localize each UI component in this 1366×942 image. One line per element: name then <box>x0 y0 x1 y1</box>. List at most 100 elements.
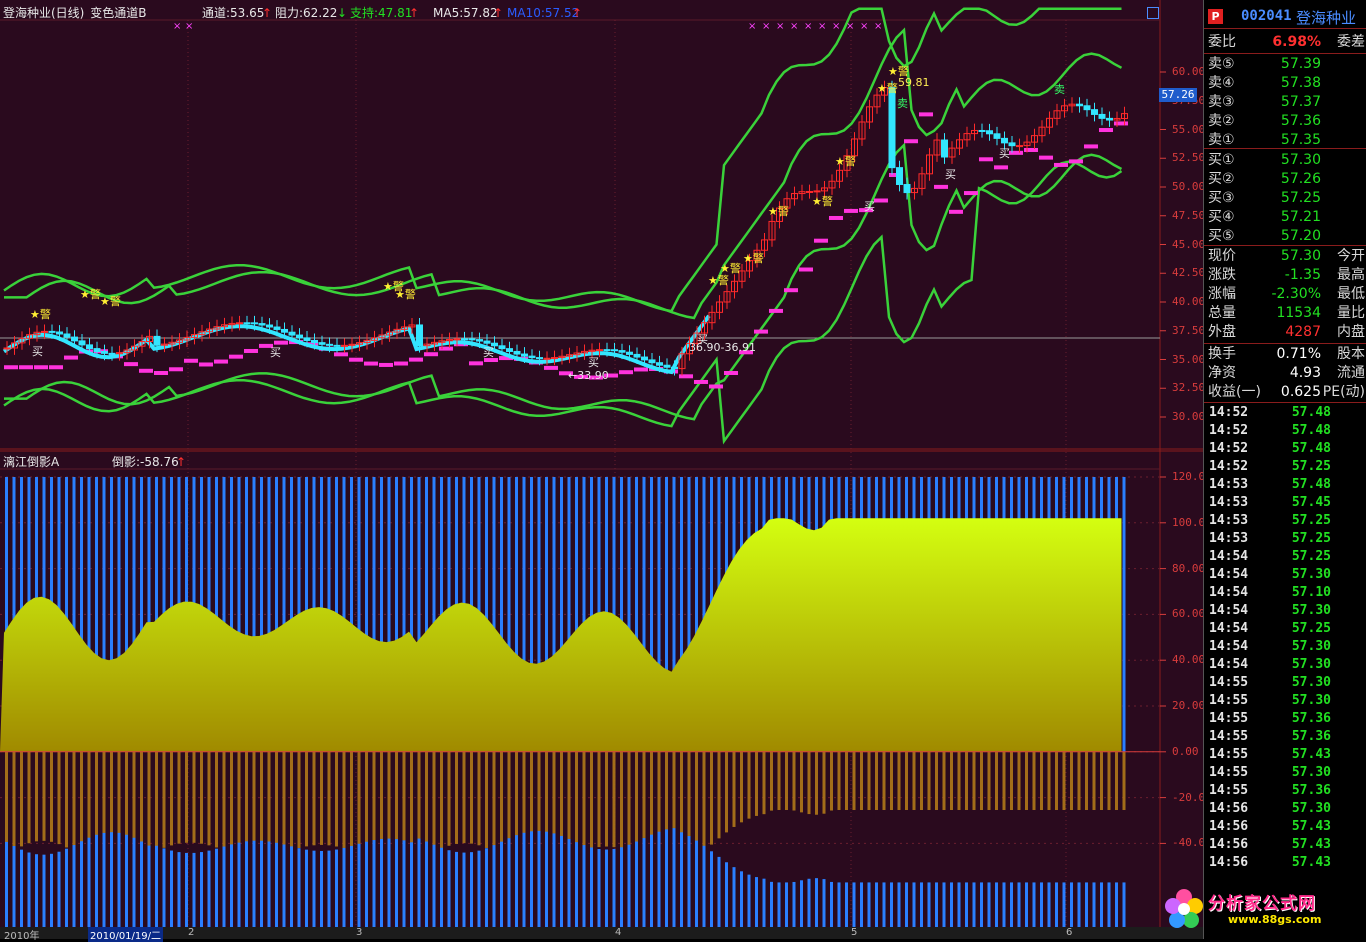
commission-ratio-value: 6.98% <box>1272 34 1321 50</box>
ask-price: 57.39 <box>1280 56 1321 72</box>
bid-price: 57.30 <box>1280 152 1321 168</box>
tick-row: 14:55 57.36 <box>1204 728 1366 746</box>
stat-row: 涨跌 -1.35 最高 <box>1204 266 1366 285</box>
svg-text:×: × <box>846 21 854 32</box>
stat-row: 总量 11534 量比 <box>1204 304 1366 323</box>
svg-text:×: × <box>185 21 193 32</box>
bid-label: 买① <box>1208 152 1235 168</box>
tick-time: 14:55 <box>1209 783 1249 798</box>
commission-ratio-row: 委比 6.98% 委差 <box>1204 33 1366 52</box>
tick-row: 14:55 57.30 <box>1204 692 1366 710</box>
watermark-text: 分析家公式网 <box>1208 894 1316 914</box>
bid-row: 买③ 57.25 <box>1204 189 1366 208</box>
tick-list[interactable]: 14:52 57.48 14:52 57.48 14:52 57.48 14:52 57.25… <box>1204 404 1366 939</box>
stock-name-panel: 登海种业 <box>1296 9 1357 27</box>
tick-price: 57.30 <box>1291 639 1331 654</box>
watermark: 分析家公式网 www.88gs.com <box>1162 883 1362 935</box>
stat-row: 外盘 4287 内盘 <box>1204 323 1366 342</box>
tick-price: 57.25 <box>1291 531 1331 546</box>
stat-right-label: 流通 <box>1337 365 1365 381</box>
tick-price: 57.30 <box>1291 765 1331 780</box>
tick-price: 57.25 <box>1291 459 1331 474</box>
ask-row: 卖③ 57.37 <box>1204 93 1366 112</box>
tick-price: 57.30 <box>1291 801 1331 816</box>
svg-text:★警: ★警 <box>30 307 51 321</box>
stock-code: 002041 <box>1241 8 1292 24</box>
ask-price: 57.36 <box>1280 113 1321 129</box>
stat-label: 外盘 <box>1208 324 1236 340</box>
svg-text:买: 买 <box>270 346 281 359</box>
chart-area[interactable]: ★警 ★警 ★警 ★警 ★警 ★警 ★警 ★警 ★警 ★警 ★警 ★警 ★警买买买买买买买买卖卖 × × × ×… <box>0 0 1212 942</box>
tick-row: 14:52 57.25 <box>1204 458 1366 476</box>
tick-row: 14:52 57.48 <box>1204 422 1366 440</box>
tick-row: 14:54 57.30 <box>1204 602 1366 620</box>
sub-indicator-value: 倒影:-58.76 <box>112 455 179 469</box>
stat-label: 换手 <box>1208 346 1236 362</box>
chart-canvas[interactable]: ★警★警★警★警★警★警★警★警★警★警★警★警★警买买买买买买买买卖卖× × × ×… <box>0 0 1203 939</box>
svg-text:买: 买 <box>945 168 956 181</box>
arrow-down-icon: ↓ <box>337 6 348 20</box>
ma10-value: MA10:57.52 <box>507 6 580 20</box>
stat-value: 11534 <box>1276 305 1321 321</box>
svg-text:卖: 卖 <box>897 97 908 110</box>
svg-text:★警: ★警 <box>835 154 856 168</box>
bid-label: 买⑤ <box>1208 228 1235 244</box>
month-label: 2 <box>188 927 195 938</box>
tick-price: 57.25 <box>1291 513 1331 528</box>
commission-diff-label: 委差 <box>1337 34 1365 50</box>
tick-time: 14:55 <box>1209 693 1249 708</box>
ask-price: 57.38 <box>1280 75 1321 91</box>
tick-price: 57.43 <box>1291 837 1331 852</box>
stat-row: 收益(一) 0.625 PE(动) <box>1204 383 1366 402</box>
tick-time: 14:54 <box>1209 639 1249 654</box>
svg-text:×: × <box>776 21 784 32</box>
svg-text:×: × <box>860 21 868 32</box>
stat-label: 涨跌 <box>1208 267 1236 283</box>
svg-text:×: × <box>173 21 181 32</box>
low-value: 33.90 <box>577 369 609 382</box>
tick-row: 14:54 57.30 <box>1204 656 1366 674</box>
ask-row: 卖⑤ 57.39 <box>1204 55 1366 74</box>
stat-value: 0.71% <box>1276 346 1321 362</box>
svg-text:★警: ★警 <box>720 261 741 275</box>
stat-value: 4287 <box>1285 324 1321 340</box>
tick-price: 57.36 <box>1291 729 1331 744</box>
bid-row: 买⑤ 57.20 <box>1204 227 1366 246</box>
date-axis[interactable]: 2010年 2010/01/19/二 2 3 4 5 6 <box>0 927 1203 942</box>
svg-text:买: 买 <box>864 200 875 213</box>
svg-text:★警: ★警 <box>812 194 833 208</box>
tick-time: 14:56 <box>1209 819 1249 834</box>
tick-row: 14:53 57.45 <box>1204 494 1366 512</box>
tick-price: 57.30 <box>1291 567 1331 582</box>
tick-price: 57.48 <box>1291 423 1331 438</box>
tick-time: 14:53 <box>1209 477 1249 492</box>
watermark-url: www.88gs.com <box>1228 913 1322 926</box>
divider <box>1204 148 1366 149</box>
svg-text:×: × <box>818 21 826 32</box>
tick-time: 14:54 <box>1209 657 1249 672</box>
arrow-up-icon: ↑ <box>493 6 504 20</box>
stat-value: -1.35 <box>1284 267 1321 283</box>
ask-label: 卖② <box>1208 113 1235 129</box>
svg-text:×: × <box>874 21 882 32</box>
tick-time: 14:56 <box>1209 837 1249 852</box>
tick-price: 57.45 <box>1291 495 1331 510</box>
tick-time: 14:53 <box>1209 513 1249 528</box>
ask-label: 卖③ <box>1208 94 1235 110</box>
bid-label: 买② <box>1208 171 1235 187</box>
stat-value: 0.625 <box>1280 384 1321 400</box>
expand-icon[interactable] <box>1147 7 1159 19</box>
svg-text:★警: ★警 <box>80 287 101 301</box>
tick-row: 14:55 57.30 <box>1204 674 1366 692</box>
p-icon[interactable]: P <box>1208 9 1223 24</box>
resistance-value: 阻力:62.22 <box>275 6 338 20</box>
bid-row: 买④ 57.21 <box>1204 208 1366 227</box>
sub-indicator-name: 漓江倒影A <box>3 455 60 469</box>
ask-row: 卖② 57.36 <box>1204 112 1366 131</box>
stat-label: 收益(一) <box>1208 384 1261 400</box>
tick-row: 14:54 57.30 <box>1204 566 1366 584</box>
flower-logo-icon <box>1165 889 1203 928</box>
svg-text:★警: ★警 <box>395 287 416 301</box>
commission-ratio-label: 委比 <box>1208 34 1236 50</box>
tick-row: 14:52 57.48 <box>1204 440 1366 458</box>
